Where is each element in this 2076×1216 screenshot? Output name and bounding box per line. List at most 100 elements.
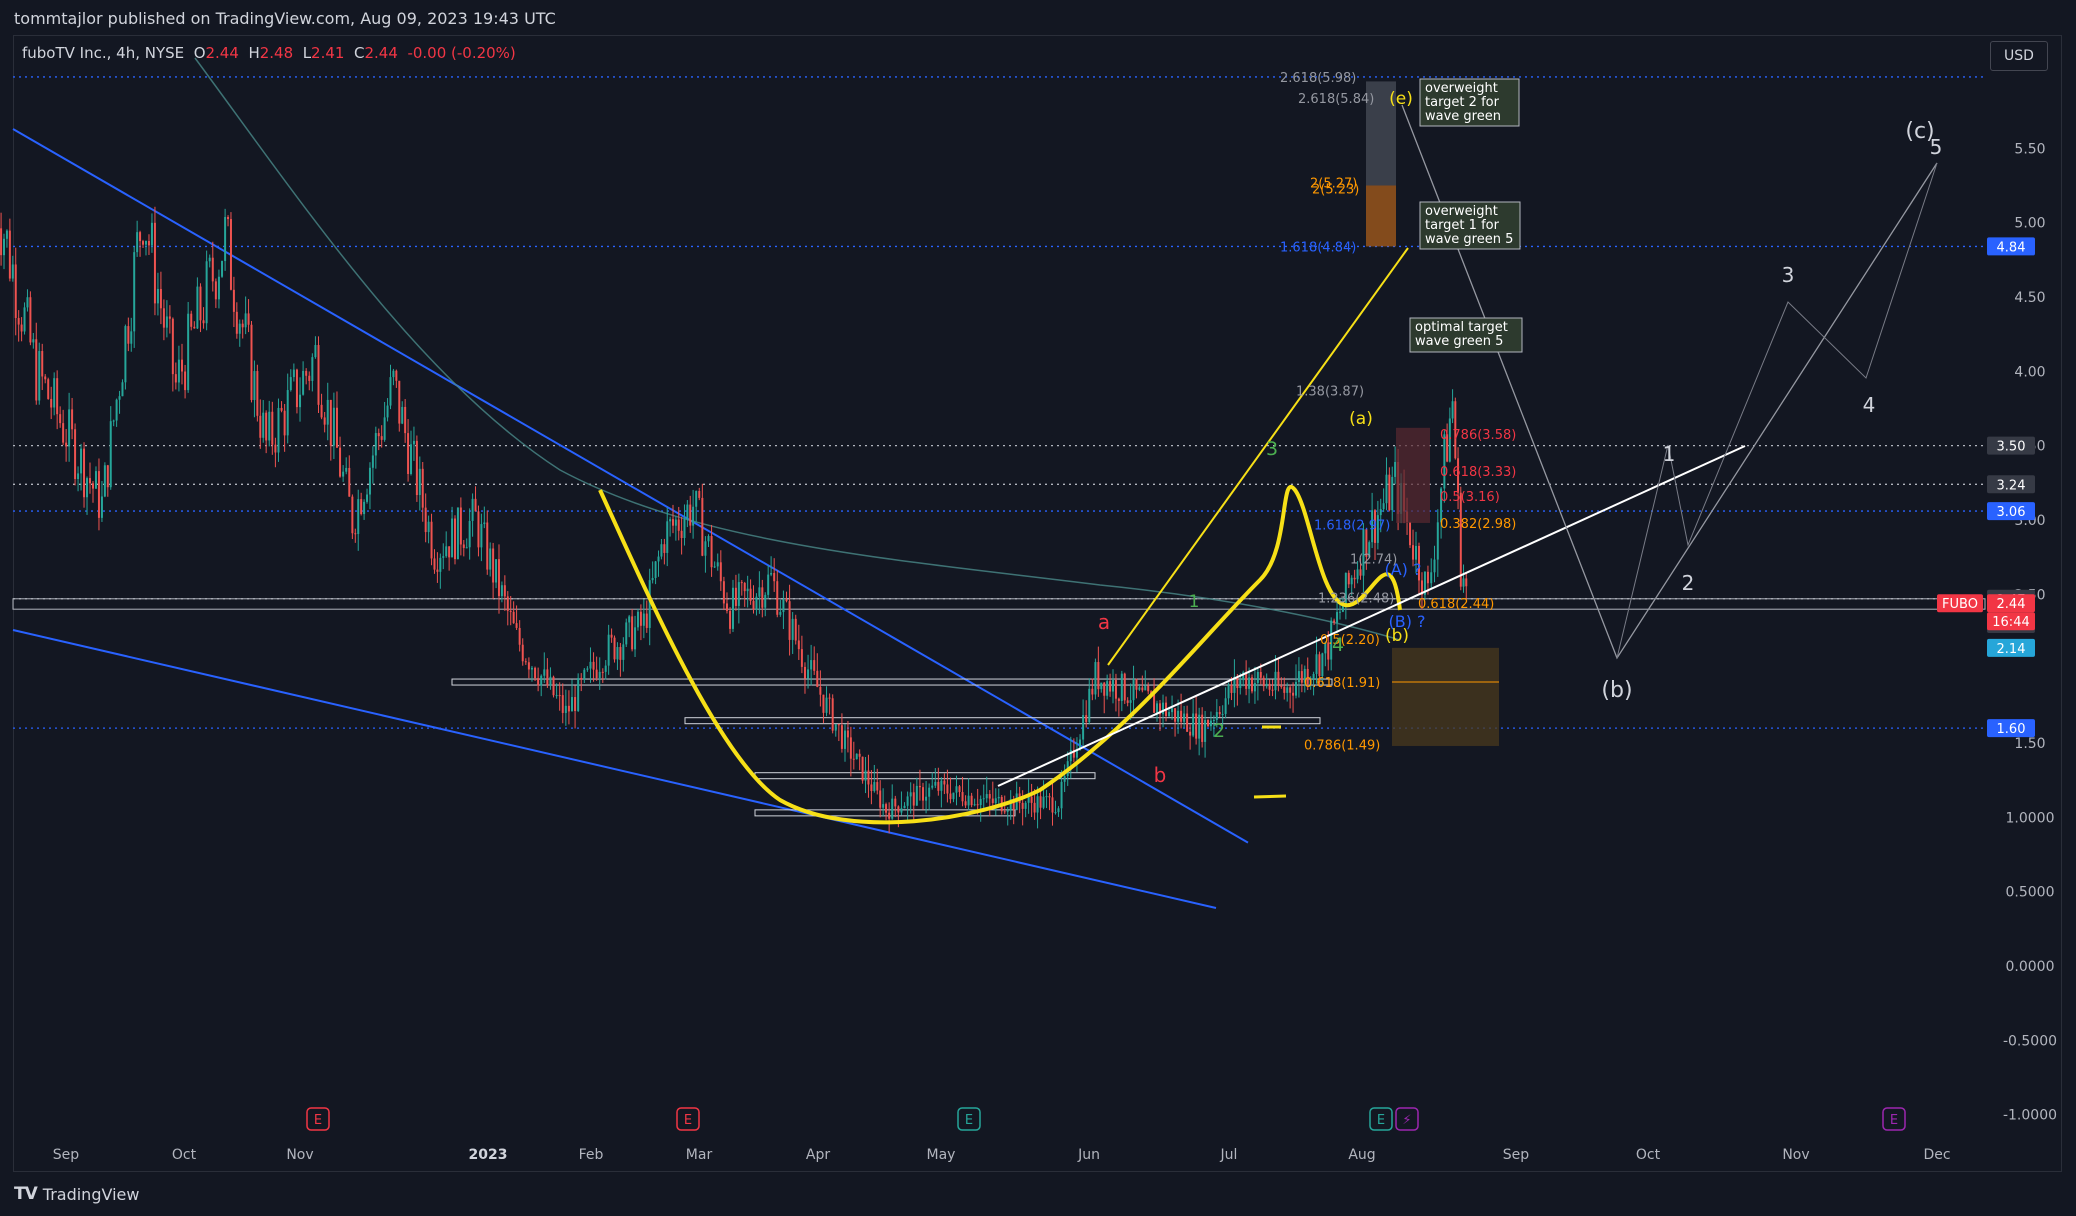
wave-label-11: b [1154, 763, 1167, 787]
candle-body [1024, 802, 1027, 809]
candle-body [552, 676, 555, 696]
annotation-text-0: wave green [1425, 109, 1501, 124]
candle-body [295, 369, 298, 408]
tradingview-brand[interactable]: TV TradingView [14, 1184, 139, 1204]
candle-body [689, 504, 692, 526]
candle-body [468, 520, 471, 548]
fib-label-12: 1.236(2.48) [1318, 591, 1394, 606]
candle-body [211, 257, 214, 282]
candle-body [459, 507, 462, 545]
candle-body [253, 371, 256, 401]
candle-body [165, 316, 168, 328]
legend-symbol: fuboTV Inc., 4h, NYSE [22, 44, 185, 62]
candle-body [59, 414, 62, 424]
candle-body [1245, 672, 1248, 689]
fib-label-0: 2.618(5.98) [1280, 71, 1356, 86]
candle-body [1259, 672, 1262, 678]
candle-body [506, 596, 509, 611]
fib-label-8: 0.5(3.16) [1440, 490, 1500, 505]
candle-body [1251, 677, 1254, 692]
candle-body [648, 580, 651, 628]
candle-body [1063, 776, 1066, 782]
candle-body [1003, 811, 1006, 813]
candle-body [879, 790, 882, 808]
candle-body [292, 369, 295, 378]
y-axis-label-1: 5.00 [2014, 216, 2045, 232]
candle-body [558, 695, 561, 697]
candle-body [831, 698, 834, 731]
candle-body [837, 724, 840, 726]
candle-body [1353, 577, 1356, 580]
x-axis-label-0: Sep [53, 1147, 80, 1163]
x-axis-label-6: Apr [806, 1147, 830, 1163]
candle-body [1036, 796, 1039, 813]
candle-body [262, 412, 265, 438]
candle-body [326, 399, 329, 425]
candle-body [383, 417, 386, 440]
candle-body [740, 582, 743, 584]
bottom-bar [0, 1172, 2076, 1216]
candle-body [737, 582, 740, 606]
candle-body [106, 465, 109, 488]
candle-body [329, 399, 332, 446]
candle-body [574, 697, 577, 712]
wave-label-1: 5 [1930, 135, 1943, 159]
candle-body [142, 241, 144, 245]
earnings-marker-label: E [1377, 1113, 1385, 1128]
candle-body [17, 318, 20, 325]
candle-body [181, 359, 183, 372]
candle-body [934, 781, 937, 786]
x-axis-label-3: 2023 [469, 1147, 508, 1163]
candle-body [168, 316, 171, 319]
candle-body [1236, 676, 1239, 688]
candle-body [692, 506, 695, 526]
price-badge-label-7: 2.14 [1997, 642, 2026, 657]
candle-body [11, 264, 14, 279]
price-badge-label-0: 4.84 [1997, 240, 2026, 255]
candle-body [803, 666, 806, 679]
candle-body [816, 670, 819, 687]
candle-body [961, 792, 964, 802]
candle-body [448, 546, 451, 558]
candle-body [1292, 692, 1295, 696]
candle-body [561, 695, 564, 713]
wave-label-16: (A) ? [1384, 560, 1421, 579]
candle-body [791, 618, 794, 640]
candle-body [20, 324, 23, 332]
fib-label-7: 0.618(3.33) [1440, 465, 1516, 480]
candle-body [731, 587, 734, 629]
ticker-badge-label: FUBO [1942, 597, 1978, 612]
x-axis-label-10: Aug [1348, 1147, 1375, 1163]
candle-body [601, 671, 604, 673]
candle-body [389, 377, 392, 406]
candle-body [1192, 713, 1195, 736]
wave-label-4: 1 [1663, 442, 1676, 466]
price-chart[interactable]: 2.618(5.98)2.618(5.84)2(5.27)2(5.23)1.61… [0, 0, 2076, 1216]
candle-body [1459, 492, 1462, 587]
candle-body [1350, 577, 1353, 585]
candle-body [537, 678, 540, 686]
candle-body [931, 785, 934, 788]
candle-body [121, 382, 124, 397]
candle-body [639, 611, 642, 626]
candle-body [773, 572, 776, 582]
currency-selector[interactable]: USD [1990, 41, 2048, 71]
candle-body [540, 675, 543, 686]
earnings-marker-label: E [314, 1113, 322, 1128]
candle-body [139, 232, 142, 242]
x-axis-label-12: Oct [1636, 1147, 1661, 1163]
candle-body [80, 448, 83, 474]
fib-label-16: 0.786(1.49) [1304, 738, 1380, 753]
candle-body [357, 499, 360, 534]
wave-label-14: 2 [1213, 720, 1225, 742]
candle-body [174, 374, 177, 383]
candle-body [1114, 680, 1117, 699]
fib-label-3: 2(5.23) [1312, 182, 1359, 197]
candle-body [1195, 713, 1198, 739]
candle-body [205, 261, 208, 324]
legend-close: 2.44 [364, 44, 398, 62]
candle-body [371, 455, 374, 468]
candle-body [782, 599, 785, 613]
candle-body [427, 521, 430, 533]
candle-body [1318, 654, 1321, 677]
